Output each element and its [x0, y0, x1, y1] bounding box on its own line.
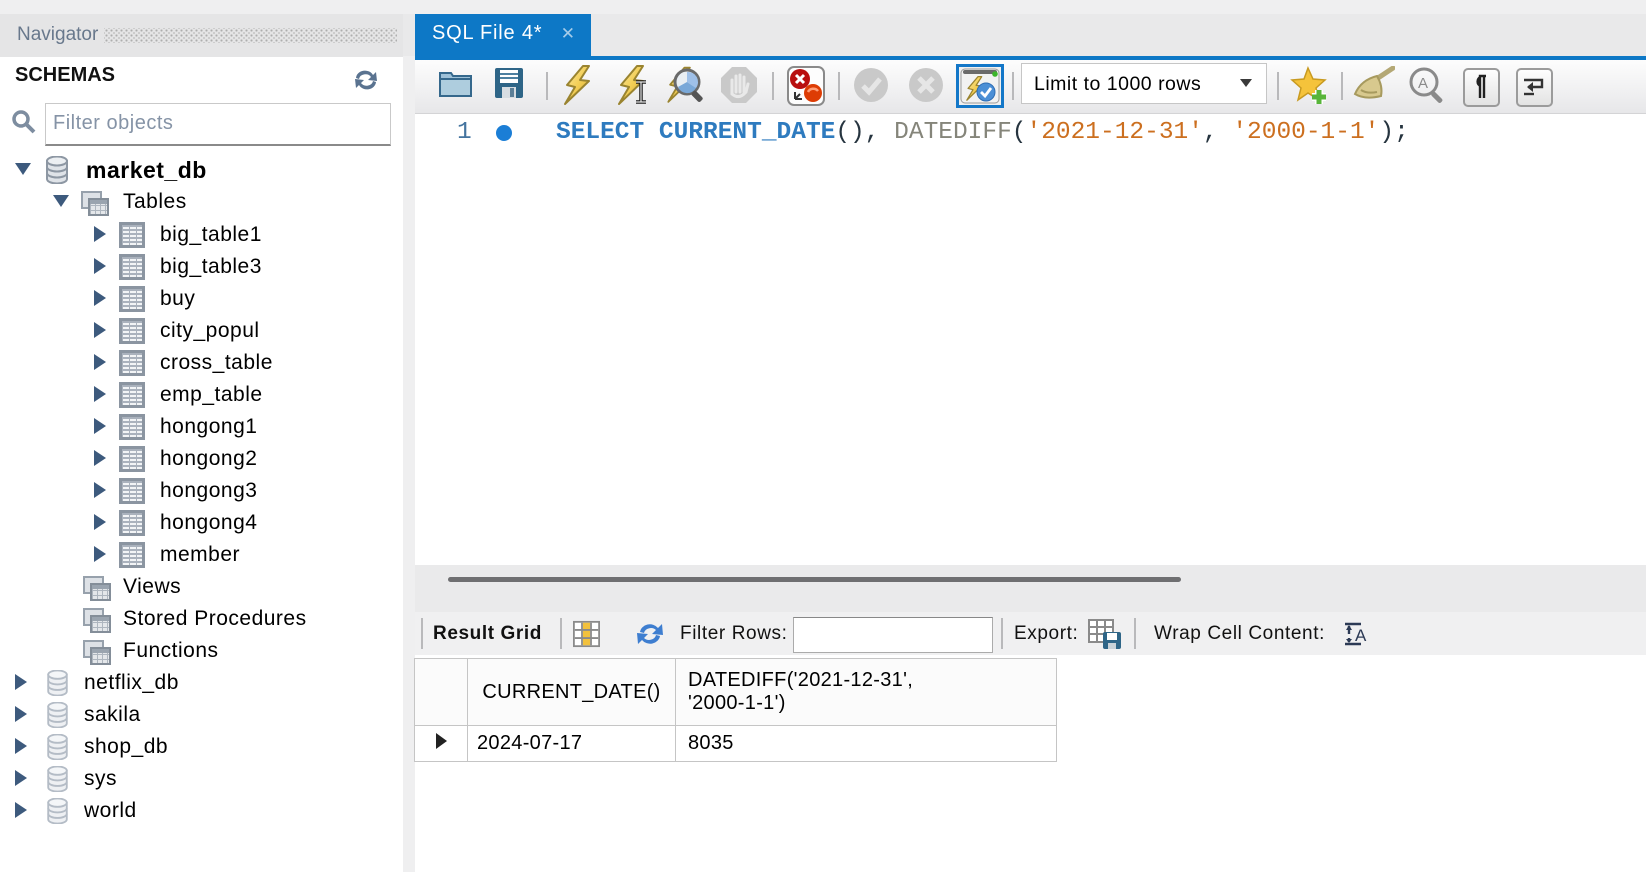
svg-text:A: A [1355, 626, 1367, 645]
svg-text:A: A [1418, 75, 1428, 92]
